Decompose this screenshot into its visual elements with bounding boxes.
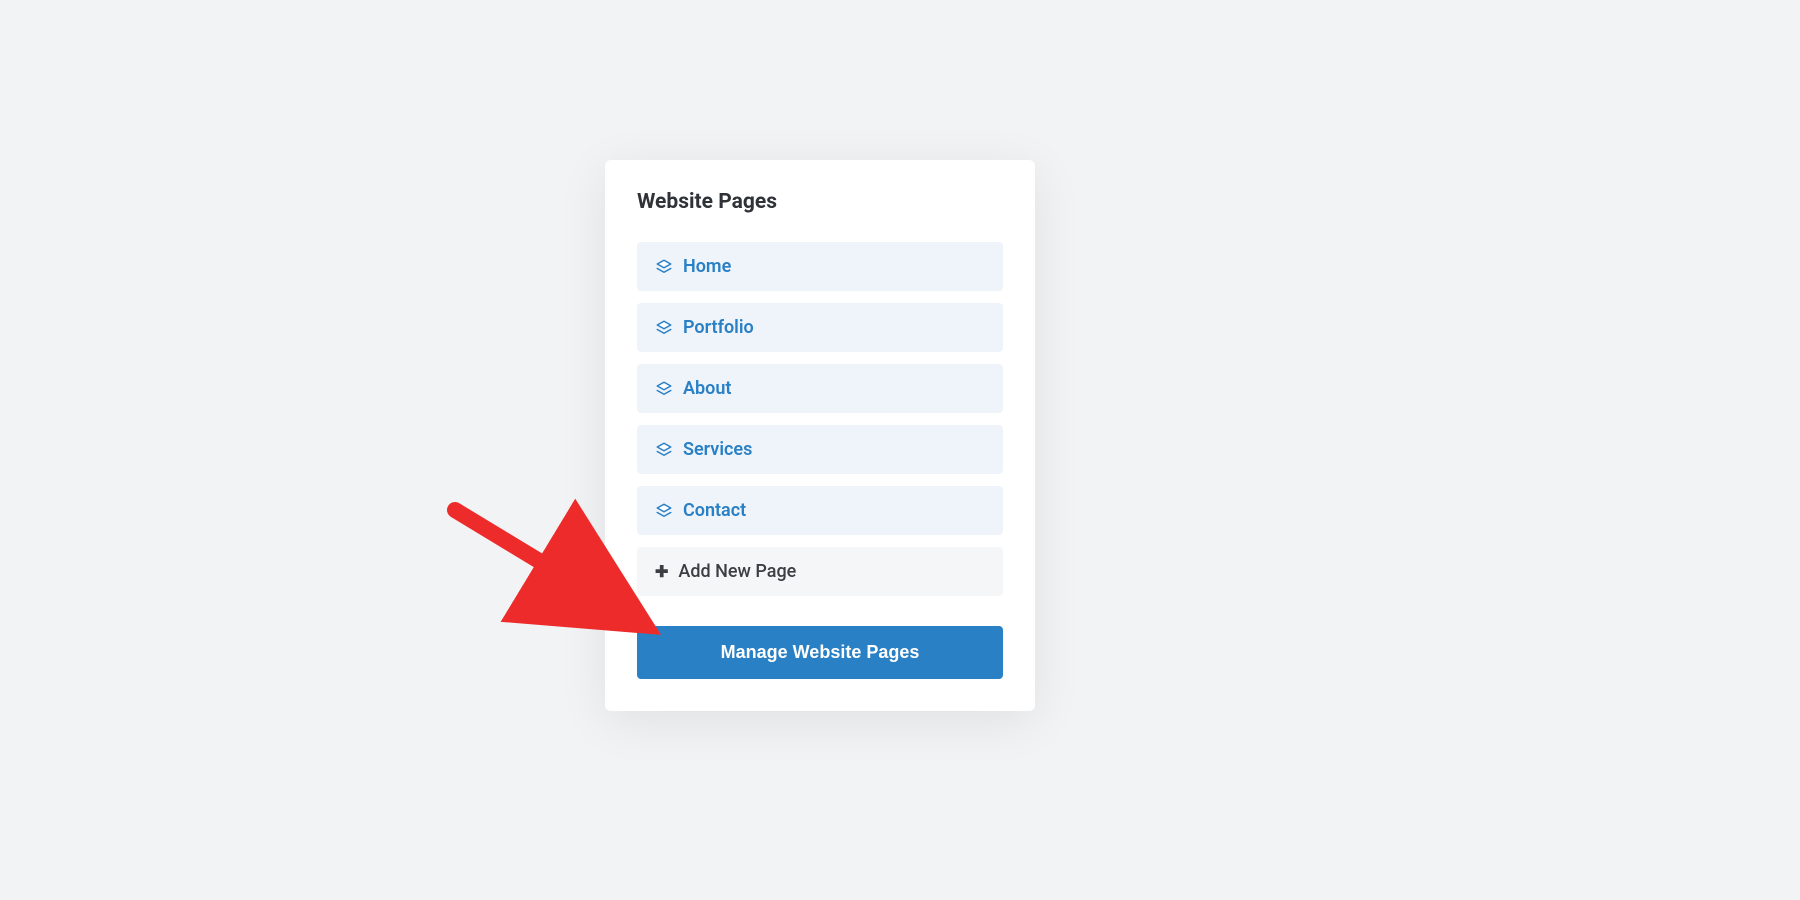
website-pages-card: Website Pages Home Portfolio About — [605, 160, 1035, 711]
layers-icon — [655, 380, 673, 398]
page-list: Home Portfolio About Services — [637, 242, 1003, 596]
page-item-label: Home — [683, 256, 731, 277]
page-item-about[interactable]: About — [637, 364, 1003, 413]
layers-icon — [655, 502, 673, 520]
page-item-services[interactable]: Services — [637, 425, 1003, 474]
page-item-label: Portfolio — [683, 317, 754, 338]
page-item-label: Contact — [683, 500, 746, 521]
manage-website-pages-button[interactable]: Manage Website Pages — [637, 626, 1003, 679]
page-item-label: Services — [683, 439, 752, 460]
page-item-portfolio[interactable]: Portfolio — [637, 303, 1003, 352]
add-new-page-label: Add New Page — [678, 561, 796, 582]
add-new-page-button[interactable]: ✚ Add New Page — [637, 547, 1003, 596]
layers-icon — [655, 258, 673, 276]
page-item-contact[interactable]: Contact — [637, 486, 1003, 535]
page-item-label: About — [683, 378, 731, 399]
layers-icon — [655, 319, 673, 337]
page-item-home[interactable]: Home — [637, 242, 1003, 291]
card-title: Website Pages — [637, 190, 1003, 214]
plus-icon: ✚ — [655, 564, 668, 580]
layers-icon — [655, 441, 673, 459]
